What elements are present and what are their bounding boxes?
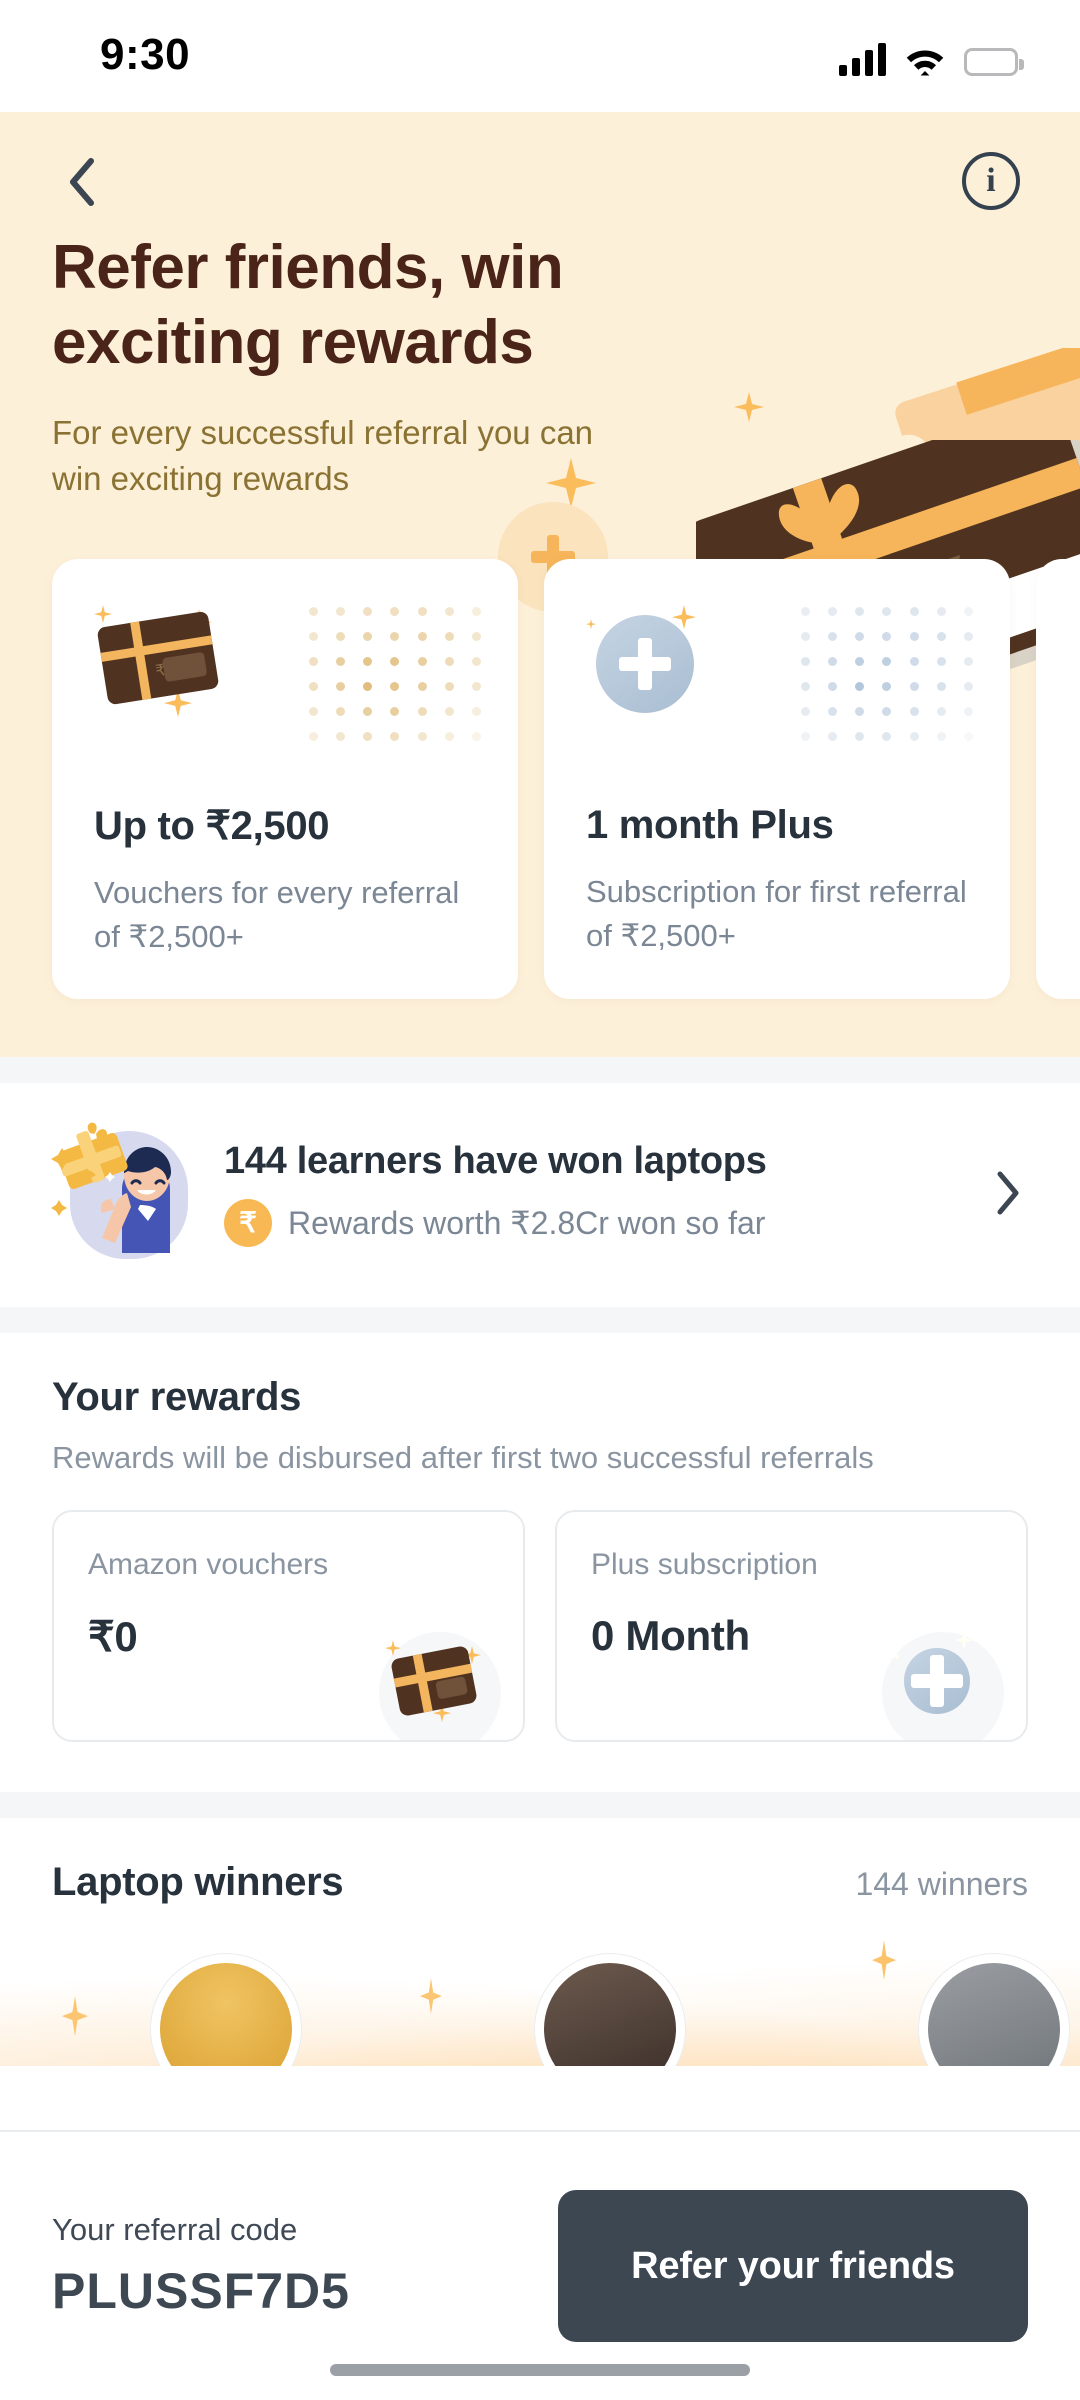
battery-icon	[964, 48, 1024, 76]
page-title: Refer friends, win exciting rewards	[52, 233, 564, 378]
benefit-cards-carousel[interactable]: ₹ Up to ₹2,500 Vouchers for every referr…	[0, 559, 1080, 1000]
hero-copy: Refer friends, win exciting rewards For …	[0, 230, 700, 501]
bottom-action-bar: Your referral code PLUSSF7D5 Refer your …	[0, 2130, 1080, 2400]
benefit-card[interactable]	[1036, 559, 1080, 1000]
hero-nav: i	[0, 112, 1080, 230]
reward-item: Amazon vouchers ₹0	[52, 1510, 525, 1743]
laptop-winners-section: Laptop winners 144 winners	[0, 1818, 1080, 2067]
reward-item: Plus subscription 0 Month	[555, 1510, 1028, 1743]
sparkle-icon	[586, 619, 596, 629]
plus-subscription-icon	[586, 605, 726, 717]
gift-card-icon: ₹	[94, 605, 234, 717]
sparkle-icon	[954, 1630, 974, 1650]
winner-avatar[interactable]	[918, 1953, 1070, 2067]
hero-section: ₹ i Refer friends, win exciting rewards …	[0, 112, 1080, 1058]
section-divider	[0, 1792, 1080, 1819]
chevron-right-icon[interactable]	[988, 1170, 1028, 1216]
sparkle-icon	[734, 392, 764, 422]
plus-circle	[596, 615, 694, 714]
status-bar-icons	[839, 42, 1024, 76]
laptop-winners-header: Laptop winners 144 winners	[52, 1860, 1028, 1905]
referral-code-value[interactable]: PLUSSF7D5	[52, 2262, 534, 2320]
dot-grid-decoration	[792, 599, 982, 749]
benefit-card[interactable]: 1 month Plus Subscription for first refe…	[544, 559, 1010, 1000]
back-button[interactable]	[56, 156, 108, 208]
signal-bars-icon	[839, 42, 886, 76]
your-rewards-subtitle: Rewards will be disbursed after first tw…	[52, 1440, 874, 1476]
laptop-winners-avatars[interactable]	[52, 1953, 1070, 2067]
sparkle-icon	[94, 605, 112, 623]
refer-your-friends-button[interactable]: Refer your friends	[558, 2190, 1028, 2342]
benefit-card-description: Subscription for first referral of ₹2,50…	[586, 874, 967, 954]
your-rewards-title: Your rewards	[52, 1375, 302, 1420]
person-with-gift-avatar	[44, 1117, 196, 1269]
winner-avatar[interactable]	[150, 1953, 302, 2067]
dot-grid-decoration	[300, 599, 490, 749]
referral-code-block: Your referral code PLUSSF7D5	[52, 2212, 534, 2320]
banner-title: 144 learners have won laptops	[224, 1139, 767, 1182]
banner-text: 144 learners have won laptops ₹ Rewards …	[224, 1140, 960, 1247]
laptop-winners-count: 144 winners	[855, 1866, 1028, 1903]
benefit-card-title: Up to ₹2,500	[94, 804, 330, 849]
mini-gift-card: ₹	[96, 610, 220, 706]
laptop-winners-title: Laptop winners	[52, 1860, 344, 1905]
status-bar: 9:30	[0, 0, 1080, 112]
plus-circle-badge	[892, 1634, 978, 1715]
status-bar-time: 9:30	[100, 30, 191, 79]
section-divider	[0, 1057, 1080, 1084]
reward-label: Amazon vouchers	[88, 1548, 329, 1582]
your-rewards-section: Your rewards Rewards will be disbursed a…	[0, 1333, 1080, 1793]
sparkle-icon	[385, 1640, 401, 1656]
section-divider	[0, 1307, 1080, 1334]
benefit-card-title: 1 month Plus	[586, 803, 834, 848]
referral-code-label: Your referral code	[52, 2212, 298, 2247]
rupee-coin-icon: ₹	[224, 1198, 272, 1247]
benefit-card[interactable]: ₹ Up to ₹2,500 Vouchers for every referr…	[52, 559, 518, 1000]
benefit-card-description: Vouchers for every referral of ₹2,500+	[94, 875, 460, 955]
wifi-icon	[904, 44, 946, 76]
ticket-icon	[895, 348, 1080, 505]
mini-gift-card	[389, 1642, 481, 1718]
banner-subtitle: Rewards worth ₹2.8Cr won so far	[288, 1204, 766, 1241]
sparkle-icon	[892, 1652, 901, 1661]
your-rewards-list: Amazon vouchers ₹0 Plus subscription 0 M…	[52, 1510, 1028, 1743]
reward-label: Plus subscription	[591, 1548, 818, 1582]
laptop-winners-banner[interactable]: 144 learners have won laptops ₹ Rewards …	[0, 1083, 1080, 1308]
winner-avatar[interactable]	[534, 1953, 686, 2067]
page-subtitle: For every successful referral you can wi…	[52, 414, 594, 497]
home-indicator	[330, 2364, 750, 2376]
info-button[interactable]: i	[962, 152, 1020, 210]
referral-screen: 9:30 i Refer friends, win exciting rewar…	[0, 0, 1080, 2400]
info-icon: i	[986, 162, 996, 199]
